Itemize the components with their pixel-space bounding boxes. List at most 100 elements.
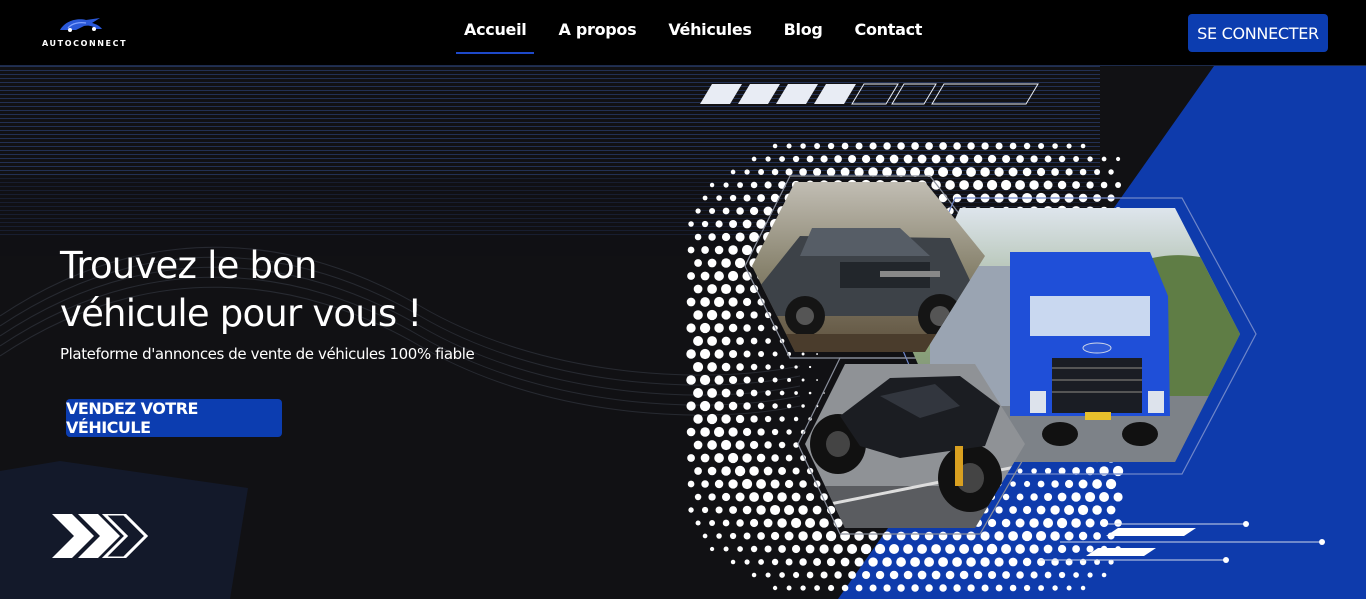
halftone-dot [771, 558, 779, 566]
halftone-dot [959, 180, 969, 190]
halftone-dot [763, 518, 773, 528]
halftone-dot [793, 416, 799, 422]
halftone-dot [1009, 506, 1017, 514]
brand-name: AUTOCONNECT [42, 39, 128, 48]
halftone-dot [910, 531, 920, 541]
halftone-dot [819, 544, 829, 554]
halftone-dot [770, 531, 780, 541]
halftone-dot [729, 220, 738, 228]
halftone-dot [986, 179, 998, 191]
halftone-dot [854, 167, 864, 177]
halftone-dot [750, 363, 758, 371]
halftone-dot [987, 518, 997, 528]
halftone-dot [764, 181, 772, 189]
halftone-dot [1072, 181, 1081, 189]
halftone-dot [785, 558, 793, 566]
halftone-dot [1008, 531, 1018, 541]
halftone-dot [729, 506, 738, 514]
halftone-dot [939, 584, 947, 592]
halftone-dot [772, 351, 778, 357]
halftone-dot [742, 297, 752, 307]
halftone-dot [799, 558, 807, 566]
halftone-dot [771, 454, 779, 462]
halftone-dot [693, 336, 704, 346]
halftone-dot [750, 311, 758, 319]
halftone-dot [1064, 505, 1075, 515]
nav-item-a-propos[interactable]: A propos [550, 0, 644, 66]
halftone-dot [716, 195, 722, 201]
halftone-dot [1052, 585, 1058, 591]
halftone-dot [707, 362, 717, 372]
halftone-dot [939, 142, 947, 150]
halftone-dot [1085, 518, 1095, 528]
halftone-dot [889, 544, 900, 554]
sell-vehicle-button[interactable]: VENDEZ VOTRE VÉHICULE [66, 399, 282, 437]
halftone-dot [931, 570, 941, 580]
hero-title: Trouvez le bon véhicule pour vous ! [60, 242, 422, 338]
halftone-dot [945, 154, 955, 164]
halftone-dot [1009, 584, 1017, 592]
halftone-dot [1094, 169, 1101, 175]
halftone-dot [1001, 518, 1011, 528]
nav-item-accueil[interactable]: Accueil [456, 0, 535, 66]
halftone-dot [728, 245, 738, 255]
halftone-dot [1101, 572, 1107, 578]
halftone-dot [874, 543, 886, 555]
halftone-dot [1072, 545, 1080, 553]
halftone-dot [896, 531, 906, 541]
halftone-dot [1064, 479, 1074, 489]
halftone-dot [1022, 505, 1032, 515]
halftone-dot [1022, 557, 1032, 567]
halftone-dot [995, 142, 1003, 150]
nav-label: Contact [854, 19, 923, 39]
halftone-dot [764, 441, 772, 449]
halftone-dot [728, 297, 738, 307]
halftone-dot [987, 154, 997, 164]
halftone-dot [869, 584, 877, 592]
halftone-dot [1086, 545, 1094, 553]
halftone-dot [700, 427, 710, 437]
halftone-dot [764, 415, 772, 423]
halftone-dot [742, 453, 752, 463]
halftone-dot [931, 544, 941, 554]
halftone-dot [694, 467, 702, 475]
halftone-dot [693, 361, 704, 373]
halftone-dot [1037, 558, 1046, 566]
halftone-dot [791, 544, 801, 554]
halftone-dot [714, 245, 724, 255]
halftone-dot [713, 426, 725, 438]
halftone-dot [693, 310, 703, 320]
halftone-dot [772, 377, 778, 383]
halftone-dot [792, 467, 800, 475]
halftone-dot [721, 414, 731, 424]
halftone-dot [771, 168, 779, 176]
nav-item-vehicules[interactable]: Véhicules [660, 0, 759, 66]
login-button[interactable]: SE CONNECTER [1188, 14, 1328, 52]
halftone-dot [1002, 154, 1011, 164]
halftone-dot [1036, 505, 1046, 515]
halftone-dot [765, 338, 771, 344]
halftone-dot [728, 270, 739, 282]
halftone-dot [735, 492, 745, 502]
halftone-dot [952, 557, 962, 567]
halftone-dot [1030, 155, 1038, 163]
halftone-dot [723, 182, 729, 188]
halftone-dot [1079, 168, 1087, 176]
halftone-dot [1023, 584, 1031, 592]
halftone-dot [800, 585, 806, 591]
nav-item-contact[interactable]: Contact [847, 0, 931, 66]
halftone-dot [1052, 143, 1058, 149]
halftone-dot [771, 428, 779, 436]
nav-item-blog[interactable]: Blog [776, 0, 831, 66]
halftone-dot [686, 427, 696, 437]
halftone-dot [758, 559, 764, 565]
halftone-dot [801, 352, 805, 356]
hero-section: Trouvez le bon véhicule pour vous ! Plat… [0, 66, 1366, 599]
halftone-dot [882, 557, 892, 567]
brand-logo[interactable]: AUTOCONNECT [38, 14, 128, 50]
halftone-dot [1099, 492, 1110, 502]
halftone-dot [749, 466, 759, 476]
halftone-dot [763, 466, 773, 476]
halftone-dot [1037, 480, 1045, 488]
halftone-dot [765, 390, 771, 396]
